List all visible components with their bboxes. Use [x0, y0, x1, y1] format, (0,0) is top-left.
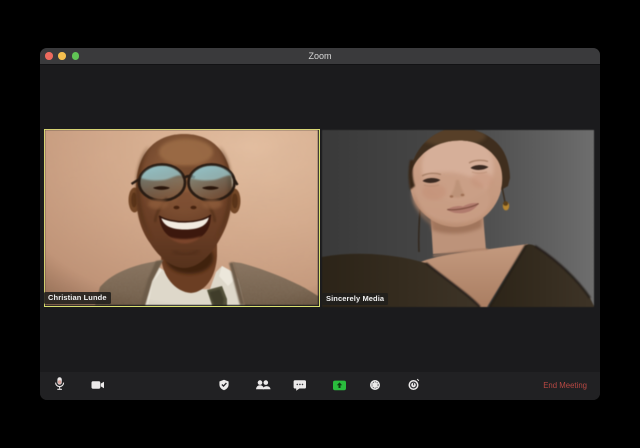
svg-text:End Meeting: End Meeting [543, 381, 587, 390]
